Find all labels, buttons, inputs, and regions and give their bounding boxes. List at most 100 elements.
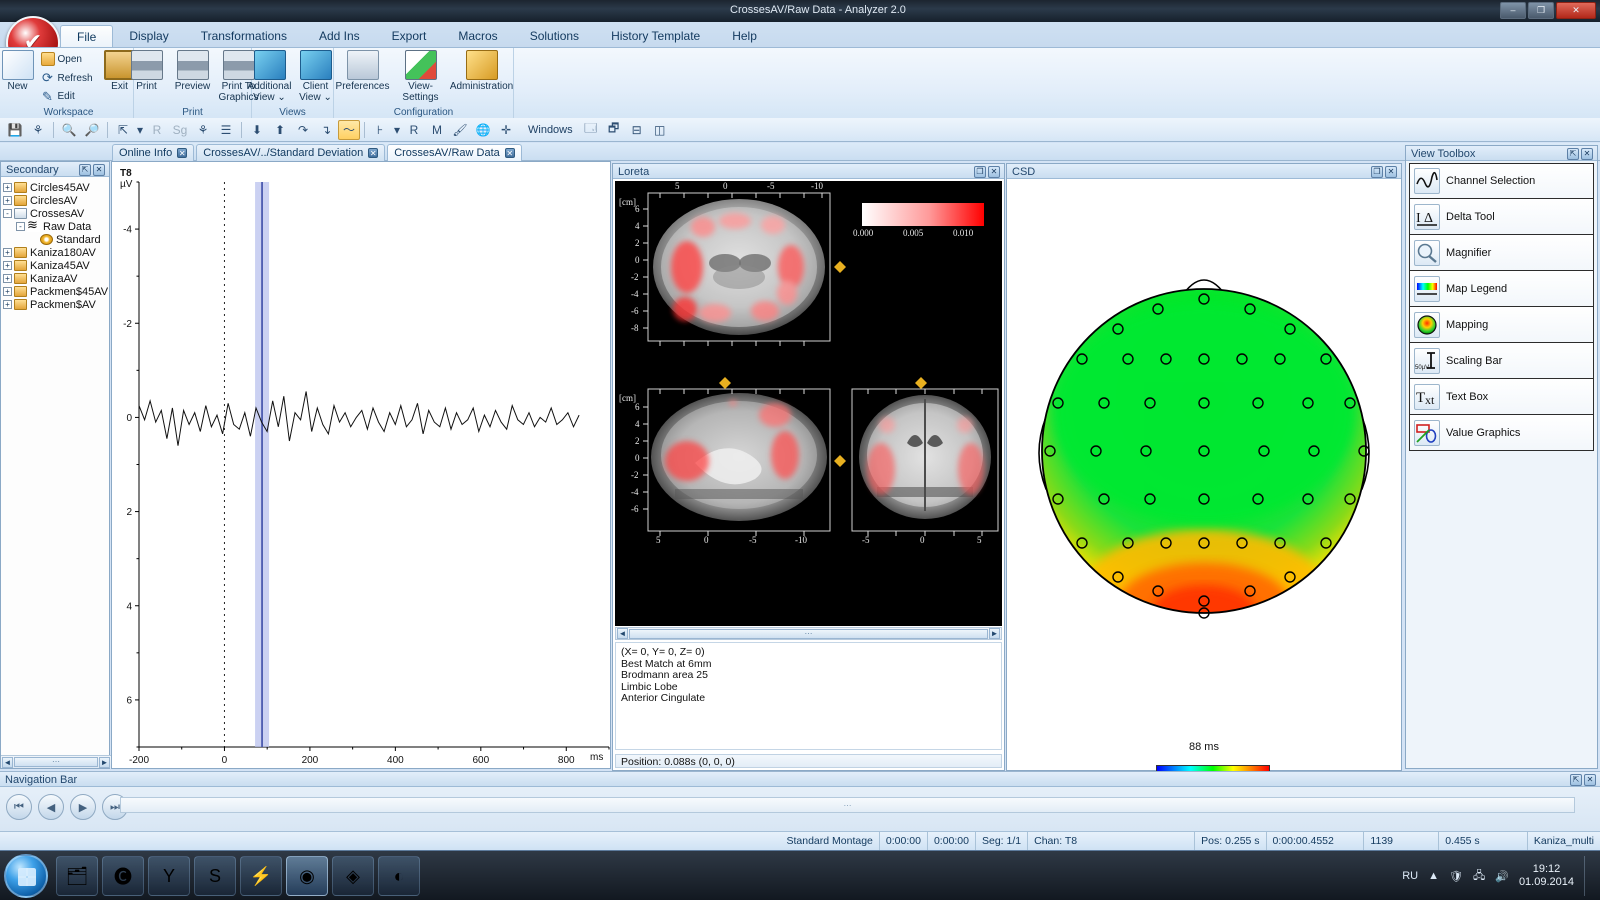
open-button[interactable]: Open xyxy=(40,51,93,68)
expander-icon[interactable]: + xyxy=(3,274,12,283)
refresh-button[interactable]: ⟳ Refresh xyxy=(41,70,92,87)
tree-node-circles45av[interactable]: + Circles45AV xyxy=(3,181,109,194)
edit-button[interactable]: ✎ Edit xyxy=(41,88,93,105)
close-icon[interactable]: ✕ xyxy=(1581,147,1593,160)
close-button[interactable]: ✕ xyxy=(1556,2,1596,19)
scroll-left-icon[interactable]: ◄ xyxy=(617,628,628,639)
markers-icon[interactable]: ⚘ xyxy=(27,120,49,140)
toolbox-item-text-box[interactable]: T xt Text Box xyxy=(1409,379,1594,415)
tile-vertical-icon[interactable]: ◫ xyxy=(649,120,671,140)
flash-icon[interactable]: ⚡ xyxy=(240,856,282,896)
restore-icon[interactable]: ❐ xyxy=(974,165,986,178)
navigation-scrollbar[interactable]: ⋯ xyxy=(120,797,1575,813)
close-icon[interactable]: ✕ xyxy=(1385,165,1397,178)
tab-history-template[interactable]: History Template xyxy=(595,25,716,49)
scroll-thumb[interactable]: ⋯ xyxy=(629,628,988,639)
globe-icon[interactable]: 🌐 xyxy=(472,120,494,140)
chevron-down-icon[interactable]: ▾ xyxy=(135,120,145,140)
volume-icon[interactable]: 🔊 xyxy=(1495,870,1509,883)
up-arrow-icon[interactable]: ⬆ xyxy=(269,120,291,140)
windows-menu[interactable]: Windows xyxy=(528,124,573,136)
expander-icon[interactable]: - xyxy=(3,209,12,218)
tree-node-circlesav[interactable]: + CirclesAV xyxy=(3,194,109,207)
minimize-button[interactable]: – xyxy=(1500,2,1526,19)
cascade-windows-icon[interactable]: 🗗 xyxy=(603,120,625,140)
security-icon[interactable]: 🛡 xyxy=(1449,870,1463,883)
waveform-view-icon[interactable]: 〜 xyxy=(338,119,360,140)
crosshair-icon[interactable]: ✛ xyxy=(495,120,517,140)
expander-icon[interactable]: + xyxy=(3,287,12,296)
segment-icon[interactable]: Sg xyxy=(169,120,191,140)
toolbox-item-scaling-bar[interactable]: 50µV Scaling Bar xyxy=(1409,343,1594,379)
paint-icon[interactable]: 🖌 xyxy=(449,120,471,140)
start-button-icon[interactable] xyxy=(4,854,48,898)
tab-display[interactable]: Display xyxy=(113,25,184,49)
skype-icon[interactable]: S xyxy=(194,856,236,896)
zoom-out-icon[interactable]: 🔍 xyxy=(58,120,80,140)
shield-icon[interactable]: ◐ xyxy=(378,856,420,896)
toolbox-item-mapping[interactable]: Mapping xyxy=(1409,307,1594,343)
tab-add-ins[interactable]: Add Ins xyxy=(303,25,376,49)
next-marker-icon[interactable]: ↷ xyxy=(292,120,314,140)
save-icon[interactable]: 💾 xyxy=(4,120,26,140)
scroll-thumb[interactable]: ⋯ xyxy=(14,757,98,767)
toolbox-item-channel-selection[interactable]: Channel Selection xyxy=(1409,163,1594,199)
montage-icon[interactable]: ☰ xyxy=(215,120,237,140)
tab-help[interactable]: Help xyxy=(716,25,773,49)
tab-export[interactable]: Export xyxy=(376,25,443,49)
expander-icon[interactable]: + xyxy=(3,196,12,205)
interval-icon[interactable]: ⊦ xyxy=(369,120,391,140)
taskbar-clock[interactable]: 19:12 01.09.2014 xyxy=(1519,863,1574,889)
r-reference-icon[interactable]: R xyxy=(146,120,168,140)
expander-icon[interactable]: + xyxy=(3,248,12,257)
pin-icon[interactable]: ⇱ xyxy=(1570,773,1582,786)
scroll-right-icon[interactable]: ► xyxy=(99,756,110,768)
toolbox-item-value-graphics[interactable]: Value Graphics xyxy=(1409,415,1594,451)
chevron-down2-icon[interactable]: ▾ xyxy=(392,120,402,140)
view-settings-button[interactable]: View-Settings xyxy=(391,50,451,103)
explorer-icon[interactable]: 🗂 xyxy=(56,856,98,896)
tree-node-packmenav[interactable]: + Packmen$AV xyxy=(3,298,109,311)
expander-icon[interactable]: + xyxy=(3,300,12,309)
administration-button[interactable]: Administration xyxy=(450,50,513,92)
pin-icon[interactable]: ⇱ xyxy=(79,163,91,176)
preferences-button[interactable]: Preferences xyxy=(335,50,391,92)
montage-m-icon[interactable]: M xyxy=(426,120,448,140)
expander-icon[interactable]: - xyxy=(16,222,25,231)
scroll-left-icon[interactable]: ◄ xyxy=(2,756,13,768)
tile-windows-icon[interactable]: 🗔 xyxy=(580,120,602,140)
new-button[interactable]: New xyxy=(0,50,41,92)
skip-back-icon[interactable]: ⏮ xyxy=(6,794,32,820)
tile-horizontal-icon[interactable]: ⊟ xyxy=(626,120,648,140)
chrome-icon[interactable]: 🅒 xyxy=(102,856,144,896)
close-icon[interactable]: ✕ xyxy=(177,148,188,158)
show-desktop-button[interactable] xyxy=(1584,856,1592,896)
close-icon[interactable]: ✕ xyxy=(504,148,515,158)
yandex-icon[interactable]: Y xyxy=(148,856,190,896)
network-icon[interactable]: 🖧 xyxy=(1473,867,1485,886)
tree-node-crossesav[interactable]: - CrossesAV xyxy=(3,207,109,220)
doc-tab-standard-deviation[interactable]: CrossesAV/../Standard Deviation ✕ xyxy=(196,144,386,161)
down-arrow-icon[interactable]: ⬇ xyxy=(246,120,268,140)
signal-plot[interactable]: T8 µV -4 -2 0 2 4 6 -200 0 200 400 600 800 ms xyxy=(112,162,610,768)
tree-node-standard[interactable]: Standard xyxy=(3,233,109,246)
toolbox-item-delta-tool[interactable]: I Δ Delta Tool xyxy=(1409,199,1594,235)
tab-transformations[interactable]: Transformations xyxy=(185,25,303,49)
tree-node-kaniza45av[interactable]: + Kaniza45AV xyxy=(3,259,109,272)
toolbox-item-magnifier[interactable]: Magnifier xyxy=(1409,235,1594,271)
secondary-hscrollbar[interactable]: ◄ ⋯ ► xyxy=(1,755,111,768)
doc-tab-online-info[interactable]: Online Info ✕ xyxy=(112,144,195,161)
close-icon[interactable]: ✕ xyxy=(1584,773,1596,786)
media-icon[interactable]: ◈ xyxy=(332,856,374,896)
tree-node-packmen45av[interactable]: + Packmen$45AV xyxy=(3,285,109,298)
analyzer-icon[interactable]: ◉ xyxy=(286,856,328,896)
pin-icon[interactable]: ⇱ xyxy=(1567,147,1579,160)
zoom-in-icon[interactable]: 🔎 xyxy=(81,120,103,140)
tree-node-kanizaav[interactable]: + KanizaAV xyxy=(3,272,109,285)
print-button[interactable]: Print xyxy=(124,50,170,92)
scroll-right-icon[interactable]: ► xyxy=(989,628,1000,639)
add-channel-icon[interactable]: ⇱ xyxy=(112,120,134,140)
toolbox-item-map-legend[interactable]: Map Legend xyxy=(1409,271,1594,307)
loreta-slices-canvas[interactable]: [cm] 5 0 -5 -10 6 4 2 0 -2 -4 -6 -8 [cm]… xyxy=(615,181,1002,626)
close-icon[interactable]: ✕ xyxy=(368,148,379,158)
